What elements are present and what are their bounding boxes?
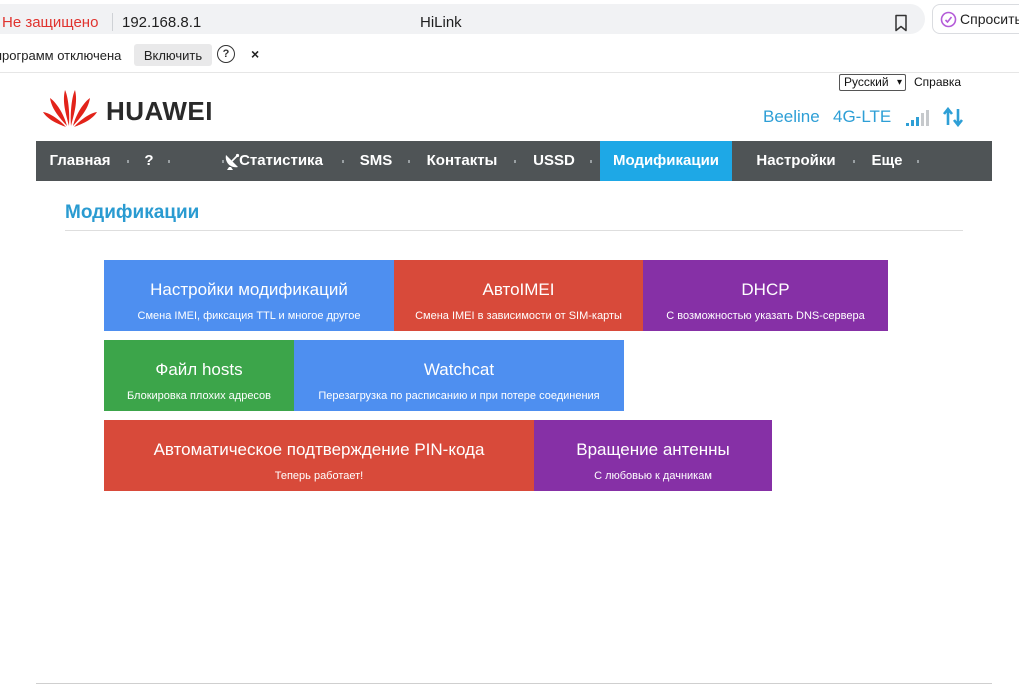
tile-watchcat[interactable]: Watchcat Перезагрузка по расписанию и пр… bbox=[294, 340, 624, 411]
url-text[interactable]: 192.168.8.1 bbox=[122, 14, 201, 31]
nav-separator bbox=[222, 160, 224, 163]
tile-subtitle: Перезагрузка по расписанию и при потере … bbox=[318, 390, 600, 402]
tile-subtitle: С любовью к дачникам bbox=[594, 470, 712, 482]
main-nav: Главная ? Статистика SMS Контакты USSD М… bbox=[36, 141, 992, 181]
language-select[interactable]: Русский ▾ bbox=[839, 74, 906, 91]
nav-separator bbox=[853, 160, 855, 163]
data-transfer-icon bbox=[942, 107, 964, 127]
security-status[interactable]: Не защищено bbox=[2, 14, 98, 31]
network-type: 4G-LTE bbox=[833, 107, 892, 126]
plugin-info-bar: программ отключена Включить ? × bbox=[0, 38, 1019, 73]
nav-separator bbox=[917, 160, 919, 163]
tile-mod-settings[interactable]: Настройки модификаций Смена IMEI, фиксац… bbox=[104, 260, 394, 331]
tile-subtitle: С возможностью указать DNS-сервера bbox=[666, 310, 865, 322]
tile-title: Файл hosts bbox=[155, 360, 243, 379]
tile-auto-imei[interactable]: АвтоIMEI Смена IMEI в зависимости от SIM… bbox=[394, 260, 643, 331]
tile-dhcp[interactable]: DHCP С возможностью указать DNS-сервера bbox=[643, 260, 888, 331]
title-divider bbox=[65, 230, 963, 231]
nav-item-sms[interactable]: SMS bbox=[351, 141, 401, 181]
page-title-in-bar: HiLink bbox=[420, 14, 462, 31]
chevron-down-icon: ▾ bbox=[896, 77, 902, 88]
nav-separator bbox=[514, 160, 516, 163]
tile-hosts-file[interactable]: Файл hosts Блокировка плохих адресов bbox=[104, 340, 294, 411]
footer-divider bbox=[36, 683, 992, 684]
enable-button[interactable]: Включить bbox=[134, 44, 212, 66]
nav-item-ussd[interactable]: USSD bbox=[526, 141, 582, 181]
tile-antenna-rotation[interactable]: Вращение антенны С любовью к дачникам bbox=[534, 420, 772, 491]
nav-separator bbox=[342, 160, 344, 163]
tile-title: Автоматическое подтверждение PIN-кода bbox=[153, 440, 485, 459]
bookmark-icon[interactable] bbox=[893, 14, 909, 32]
nav-separator bbox=[408, 160, 410, 163]
nav-item-home[interactable]: Главная bbox=[36, 141, 124, 181]
huawei-logo-icon[interactable] bbox=[42, 84, 98, 128]
tile-subtitle: Смена IMEI, фиксация TTL и многое другое bbox=[137, 310, 361, 322]
nav-item-help[interactable]: ? bbox=[134, 141, 164, 181]
operator-name: Beeline bbox=[763, 107, 820, 126]
language-value: Русский bbox=[844, 75, 889, 89]
tile-title: Watchcat bbox=[423, 360, 495, 379]
browser-address-bar: Не защищено 192.168.8.1 HiLink Спросить bbox=[0, 0, 1019, 38]
ask-button[interactable]: Спросить bbox=[932, 4, 1019, 34]
nav-item-contacts[interactable]: Контакты bbox=[418, 141, 506, 181]
page-title: Модификации bbox=[65, 202, 200, 223]
ai-assistant-icon bbox=[940, 11, 957, 28]
tile-title: DHCP bbox=[741, 280, 790, 299]
tile-subtitle: Блокировка плохих адресов bbox=[126, 390, 272, 402]
tile-title: Настройки модификаций bbox=[150, 280, 348, 299]
close-icon[interactable]: × bbox=[251, 46, 259, 62]
signal-bars-icon bbox=[906, 110, 929, 126]
tile-subtitle: Смена IMEI в зависимости от SIM-карты bbox=[415, 310, 622, 322]
tile-title: Вращение антенны bbox=[576, 440, 730, 459]
tile-title: АвтоIMEI bbox=[482, 280, 555, 299]
brand-name: HUAWEI bbox=[106, 96, 213, 126]
tile-pin-autoconfirm[interactable]: Автоматическое подтверждение PIN-кода Те… bbox=[104, 420, 534, 491]
nav-separator bbox=[590, 160, 592, 163]
nav-separator bbox=[127, 160, 129, 163]
address-field[interactable]: Не защищено 192.168.8.1 HiLink bbox=[0, 4, 925, 34]
nav-item-more[interactable]: Еще bbox=[864, 141, 910, 181]
nav-item-modifications[interactable]: Модификации bbox=[600, 141, 732, 181]
ask-button-label: Спросить bbox=[960, 11, 1019, 27]
nav-separator bbox=[168, 160, 170, 163]
address-separator bbox=[112, 13, 113, 31]
help-link[interactable]: Справка bbox=[914, 75, 961, 89]
help-icon[interactable]: ? bbox=[217, 45, 235, 63]
plugin-message: программ отключена bbox=[0, 48, 122, 63]
nav-item-settings[interactable]: Настройки bbox=[746, 141, 846, 181]
tile-subtitle: Теперь работает! bbox=[274, 470, 364, 482]
nav-item-statistics[interactable]: Статистика bbox=[231, 141, 331, 181]
